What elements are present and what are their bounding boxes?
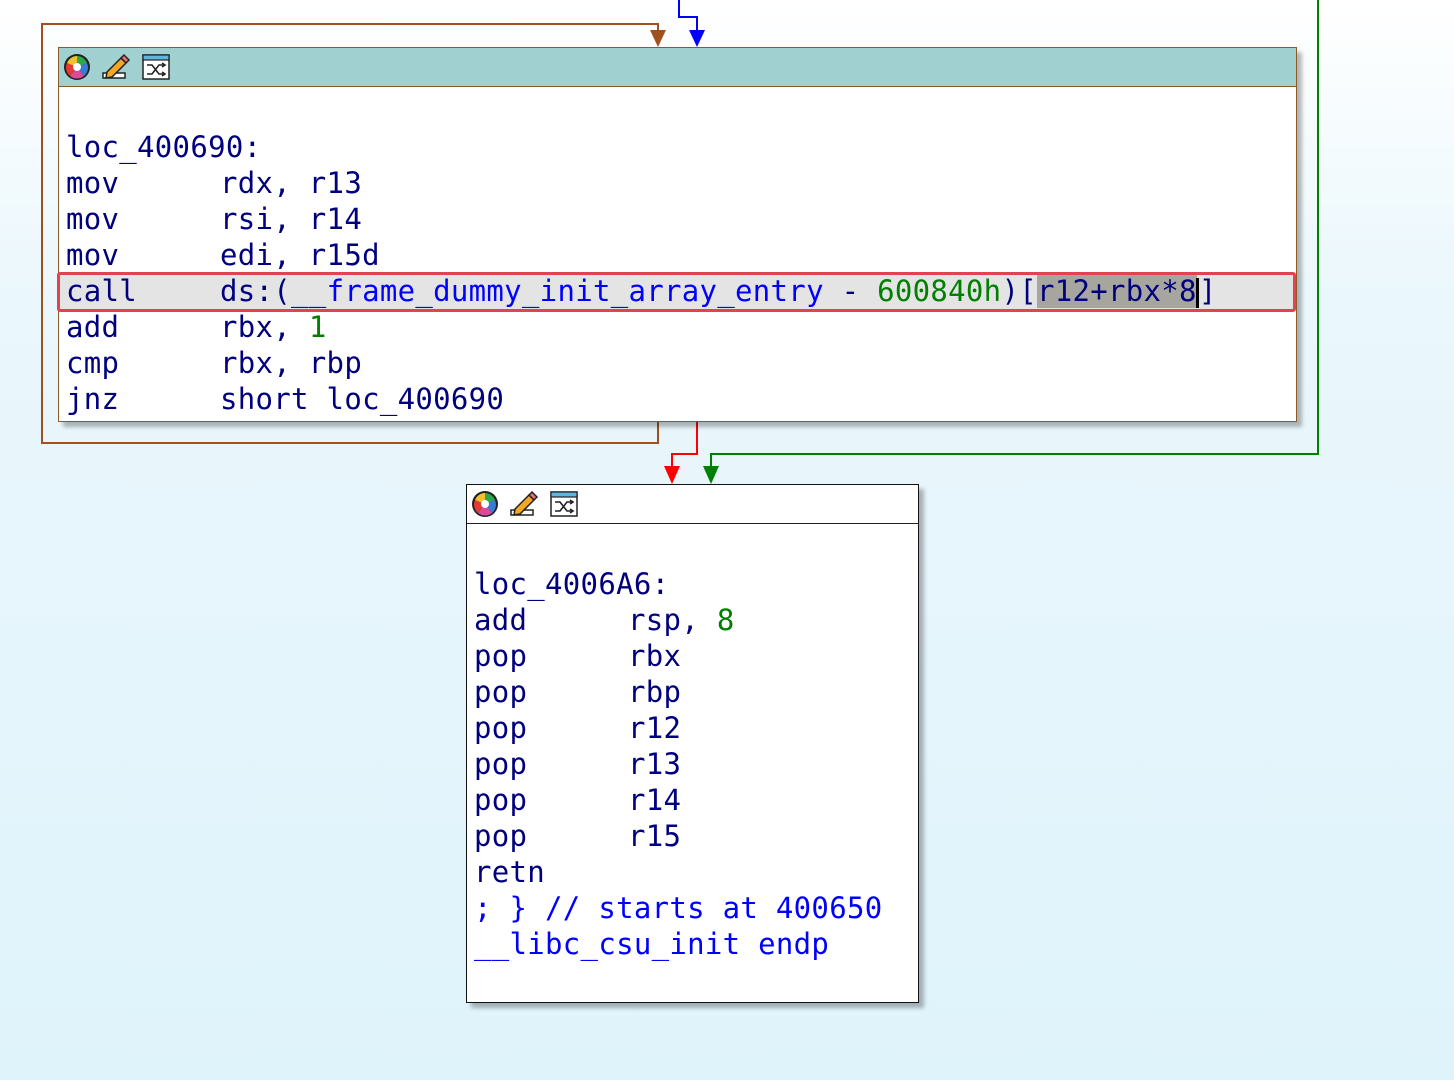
instruction-line[interactable]: pop r12 xyxy=(467,710,918,746)
instruction-line[interactable]: jnz short loc_400690 xyxy=(59,381,1296,417)
rename-pencil-icon[interactable] xyxy=(509,490,539,518)
operands: r13 xyxy=(628,747,682,781)
mnemonic: pop xyxy=(474,819,528,853)
selected-operand[interactable]: r12+rbx*8 xyxy=(1036,274,1197,308)
selected-instruction-line[interactable]: call ds:(__frame_dummy_init_array_entry -… xyxy=(57,272,1296,312)
open-bracket: [ xyxy=(1019,274,1037,308)
function-endp-line[interactable]: __libc_csu_init endp xyxy=(467,926,918,962)
false-branch-arrowhead xyxy=(664,466,680,484)
close-bracket: ] xyxy=(1198,274,1217,308)
mnemonic: pop xyxy=(474,711,528,745)
mnemonic: call xyxy=(66,274,138,308)
operands: rbx xyxy=(628,639,682,673)
group-nodes-icon[interactable] xyxy=(549,490,579,518)
node-code: loc_400690: mov rdx, r13 mov rsi, r14 mov e… xyxy=(57,87,1296,417)
loop-edge-arrowhead xyxy=(650,30,666,47)
operands[interactable]: short loc_400690 xyxy=(220,382,504,416)
group-nodes-icon[interactable] xyxy=(141,53,171,81)
offset-value: 600840h xyxy=(877,274,1002,308)
immediate-value: 8 xyxy=(716,603,735,637)
color-palette-icon[interactable] xyxy=(62,53,92,81)
instruction-line[interactable]: mov rsi, r14 xyxy=(59,201,1296,237)
instruction-line[interactable]: pop rbx xyxy=(467,638,918,674)
close-paren: ) xyxy=(1001,274,1020,308)
instruction-line[interactable]: pop r14 xyxy=(467,782,918,818)
mnemonic: add xyxy=(474,603,528,637)
code-label[interactable]: loc_4006A6: xyxy=(467,566,918,602)
instruction-line[interactable]: add rbx, 1 xyxy=(59,309,1296,345)
instruction-line[interactable]: retn xyxy=(467,854,918,890)
rename-pencil-icon[interactable] xyxy=(101,53,131,81)
code-label[interactable]: loc_400690: xyxy=(59,129,1296,165)
operands: rbx, rbp xyxy=(220,346,363,380)
mnemonic: add xyxy=(66,310,120,344)
mnemonic: pop xyxy=(474,639,528,673)
mnemonic: mov xyxy=(66,166,120,200)
instruction-line[interactable]: cmp rbx, rbp xyxy=(59,345,1296,381)
operands: rsp, xyxy=(628,603,717,637)
operands: rbx, xyxy=(220,310,309,344)
mnemonic: pop xyxy=(474,783,528,817)
color-palette-icon[interactable] xyxy=(470,490,500,518)
function-end-comment: ; } // starts at 400650 xyxy=(474,891,883,925)
symbol-reference[interactable]: __frame_dummy_init_array_entry xyxy=(291,274,824,308)
mnemonic: jnz xyxy=(66,382,120,416)
operands: rbp xyxy=(628,675,682,709)
incoming-edge-arrowhead xyxy=(689,30,705,47)
operands: rdx, r13 xyxy=(220,166,363,200)
operands: r15 xyxy=(628,819,682,853)
operands: r12 xyxy=(628,711,682,745)
graph-node-loc-400690[interactable]: loc_400690: mov rdx, r13 mov rsi, r14 mov e… xyxy=(57,47,1297,422)
graph-node-loc-4006a6[interactable]: loc_4006A6: add rsp, 8 pop rbx pop rbp pop r… xyxy=(466,484,919,1003)
instruction-line[interactable]: pop rbp xyxy=(467,674,918,710)
mnemonic: mov xyxy=(66,238,120,272)
mnemonic: pop xyxy=(474,747,528,781)
true-branch-arrowhead xyxy=(703,466,719,484)
mnemonic: retn xyxy=(474,855,546,889)
instruction-line[interactable]: add rsp, 8 xyxy=(467,602,918,638)
mnemonic: cmp xyxy=(66,346,120,380)
node-header[interactable] xyxy=(59,48,1296,87)
instruction-line[interactable]: pop r15 xyxy=(467,818,918,854)
operand-segment-prefix: ds:( xyxy=(220,274,292,308)
instruction-line[interactable]: mov edi, r15d xyxy=(59,237,1296,273)
mnemonic: pop xyxy=(474,675,528,709)
instruction-line[interactable]: mov rdx, r13 xyxy=(59,165,1296,201)
operands: r14 xyxy=(628,783,682,817)
operands: rsi, r14 xyxy=(220,202,363,236)
instruction-line[interactable]: pop r13 xyxy=(467,746,918,782)
operands: edi, r15d xyxy=(220,238,380,272)
operator-minus: - xyxy=(823,274,878,308)
mnemonic: mov xyxy=(66,202,120,236)
immediate-value: 1 xyxy=(308,310,327,344)
node-code: loc_4006A6: add rsp, 8 pop rbx pop rbp pop r… xyxy=(467,524,918,962)
node-header[interactable] xyxy=(467,485,918,524)
